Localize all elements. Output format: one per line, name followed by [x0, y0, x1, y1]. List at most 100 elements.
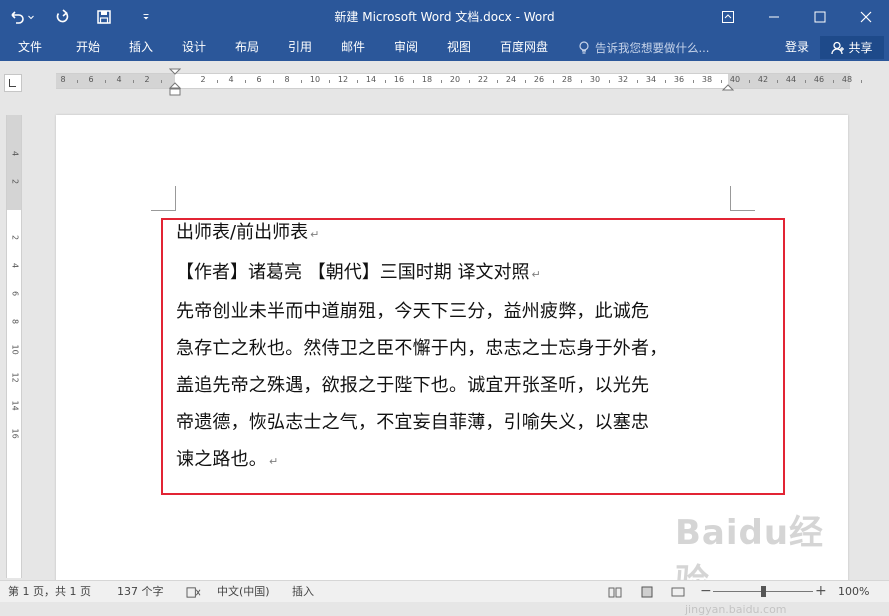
- vertical-ruler-number: 16: [10, 428, 20, 439]
- ruler-number: 2: [144, 75, 150, 84]
- ribbon-display-options-button[interactable]: [705, 0, 751, 34]
- ribbon-display-icon: [722, 11, 734, 23]
- chevron-down-icon: [28, 15, 34, 20]
- ruler-tick: [497, 80, 498, 83]
- ruler-number: 42: [757, 75, 769, 84]
- ruler-tick: [609, 80, 610, 83]
- ruler-number: 12: [337, 75, 349, 84]
- vertical-ruler-number: 8: [10, 318, 20, 325]
- ruler-tick: [749, 80, 750, 83]
- doc-title-text: 出师表/前出师表: [176, 222, 309, 243]
- document-body[interactable]: 出师表/前出师表 ↵ 【作者】诸葛亮 【朝代】三国时期 译文对照 ↵ 先帝创业未半而…: [176, 220, 736, 478]
- ruler-number: 20: [449, 75, 461, 84]
- zoom-level[interactable]: 100%: [838, 581, 869, 602]
- ruler-number: 44: [785, 75, 797, 84]
- ruler-number: 6: [256, 75, 262, 84]
- user-icon: [831, 41, 845, 54]
- tab-review[interactable]: 审阅: [394, 34, 418, 61]
- window-controls: [705, 0, 889, 34]
- minimize-button[interactable]: [751, 0, 797, 34]
- ruler-tick: [217, 80, 218, 83]
- vertical-ruler-number: 12: [10, 372, 20, 383]
- paragraph-mark-icon: ↵: [310, 228, 320, 241]
- ruler-tick: [301, 80, 302, 83]
- tab-mailings[interactable]: 邮件: [341, 34, 365, 61]
- ruler-tick: [469, 80, 470, 83]
- tell-me-placeholder: 告诉我您想要做什么...: [595, 40, 710, 55]
- page-count[interactable]: 第 1 页，共 1 页: [8, 581, 91, 602]
- crop-mark-top-right: [730, 186, 755, 211]
- ruler-tick: [441, 80, 442, 83]
- left-tab-icon: [9, 79, 16, 87]
- ruler-tick: [77, 80, 78, 83]
- ruler-number: 34: [645, 75, 657, 84]
- indent-markers[interactable]: [169, 68, 181, 100]
- tab-view[interactable]: 视图: [447, 34, 471, 61]
- undo-button[interactable]: [0, 0, 44, 34]
- ruler-number: 26: [533, 75, 545, 84]
- ruler-tick: [413, 80, 414, 83]
- web-layout-icon[interactable]: [671, 586, 685, 598]
- customize-icon: [143, 14, 149, 20]
- save-button[interactable]: [86, 0, 122, 34]
- doc-body-line-1: 先帝创业未半而中道崩殂，今天下三分，益州疲弊，此诚危: [176, 301, 650, 322]
- tab-baidu-netdisk[interactable]: 百度网盘: [500, 34, 548, 61]
- ruler-tick: [693, 80, 694, 83]
- ruler-number: 8: [284, 75, 290, 84]
- title-bar: 新建 Microsoft Word 文档.docx - Word: [0, 0, 889, 34]
- ruler-number: 24: [505, 75, 517, 84]
- word-count[interactable]: 137 个字: [117, 581, 164, 602]
- minimize-icon: [769, 16, 779, 18]
- tab-home[interactable]: 开始: [76, 34, 100, 61]
- crop-mark-top-left: [151, 186, 176, 211]
- doc-body-line-2: 急存亡之秋也。然侍卫之臣不懈于内，忠志之士忘身于外者，: [176, 338, 668, 359]
- ruler-tick: [581, 80, 582, 83]
- view-buttons: [608, 581, 685, 602]
- doc-body-line-5: 谏之路也。 ↵: [176, 441, 736, 478]
- ruler-tick: [385, 80, 386, 83]
- tab-selector-button[interactable]: [4, 74, 22, 92]
- zoom-slider-thumb[interactable]: [761, 586, 766, 597]
- close-button[interactable]: [843, 0, 889, 34]
- tab-file[interactable]: 文件: [18, 34, 42, 61]
- proofing-status[interactable]: [186, 581, 201, 602]
- close-icon: [860, 11, 872, 23]
- zoom-out-button[interactable]: −: [700, 581, 712, 602]
- print-layout-icon[interactable]: [640, 586, 654, 598]
- vertical-ruler-number: 14: [10, 400, 20, 411]
- ruler-number: 30: [589, 75, 601, 84]
- share-button[interactable]: 共享: [820, 36, 884, 59]
- vertical-ruler[interactable]: 4 2 2 4 6 8 10 12 14 16: [6, 115, 22, 578]
- ruler-number: 48: [841, 75, 853, 84]
- ruler-number: 6: [88, 75, 94, 84]
- ruler-tick: [553, 80, 554, 83]
- quick-access-toolbar: [0, 0, 164, 34]
- login-button[interactable]: 登录: [785, 34, 809, 61]
- insert-mode[interactable]: 插入: [292, 581, 314, 602]
- ruler-tick: [105, 80, 106, 83]
- vertical-ruler-number: 4: [10, 150, 20, 157]
- lightbulb-icon: [579, 40, 589, 54]
- zoom-in-button[interactable]: +: [815, 581, 827, 602]
- language-status[interactable]: 中文(中国): [217, 581, 270, 602]
- tell-me-search[interactable]: 告诉我您想要做什么...: [578, 34, 709, 61]
- ruler-top-margin: [7, 115, 21, 210]
- tab-design[interactable]: 设计: [182, 34, 206, 61]
- tab-insert[interactable]: 插入: [129, 34, 153, 61]
- doc-title-line: 出师表/前出师表 ↵: [176, 220, 736, 260]
- customize-qat-button[interactable]: [128, 0, 164, 34]
- read-mode-icon[interactable]: [608, 586, 622, 598]
- tab-references[interactable]: 引用: [288, 34, 312, 61]
- tab-layout[interactable]: 布局: [235, 34, 259, 61]
- status-bar: 第 1 页，共 1 页 137 个字 中文(中国) 插入 − + 100%: [0, 580, 889, 602]
- ruler-tick: [525, 80, 526, 83]
- ruler-number: 18: [421, 75, 433, 84]
- ruler-number: 4: [116, 75, 122, 84]
- ruler-tick: [777, 80, 778, 83]
- ruler-number: 46: [813, 75, 825, 84]
- right-indent-marker[interactable]: [722, 80, 734, 92]
- ruler-tick: [273, 80, 274, 83]
- redo-button[interactable]: [44, 0, 80, 34]
- maximize-button[interactable]: [797, 0, 843, 34]
- ruler-number: 32: [617, 75, 629, 84]
